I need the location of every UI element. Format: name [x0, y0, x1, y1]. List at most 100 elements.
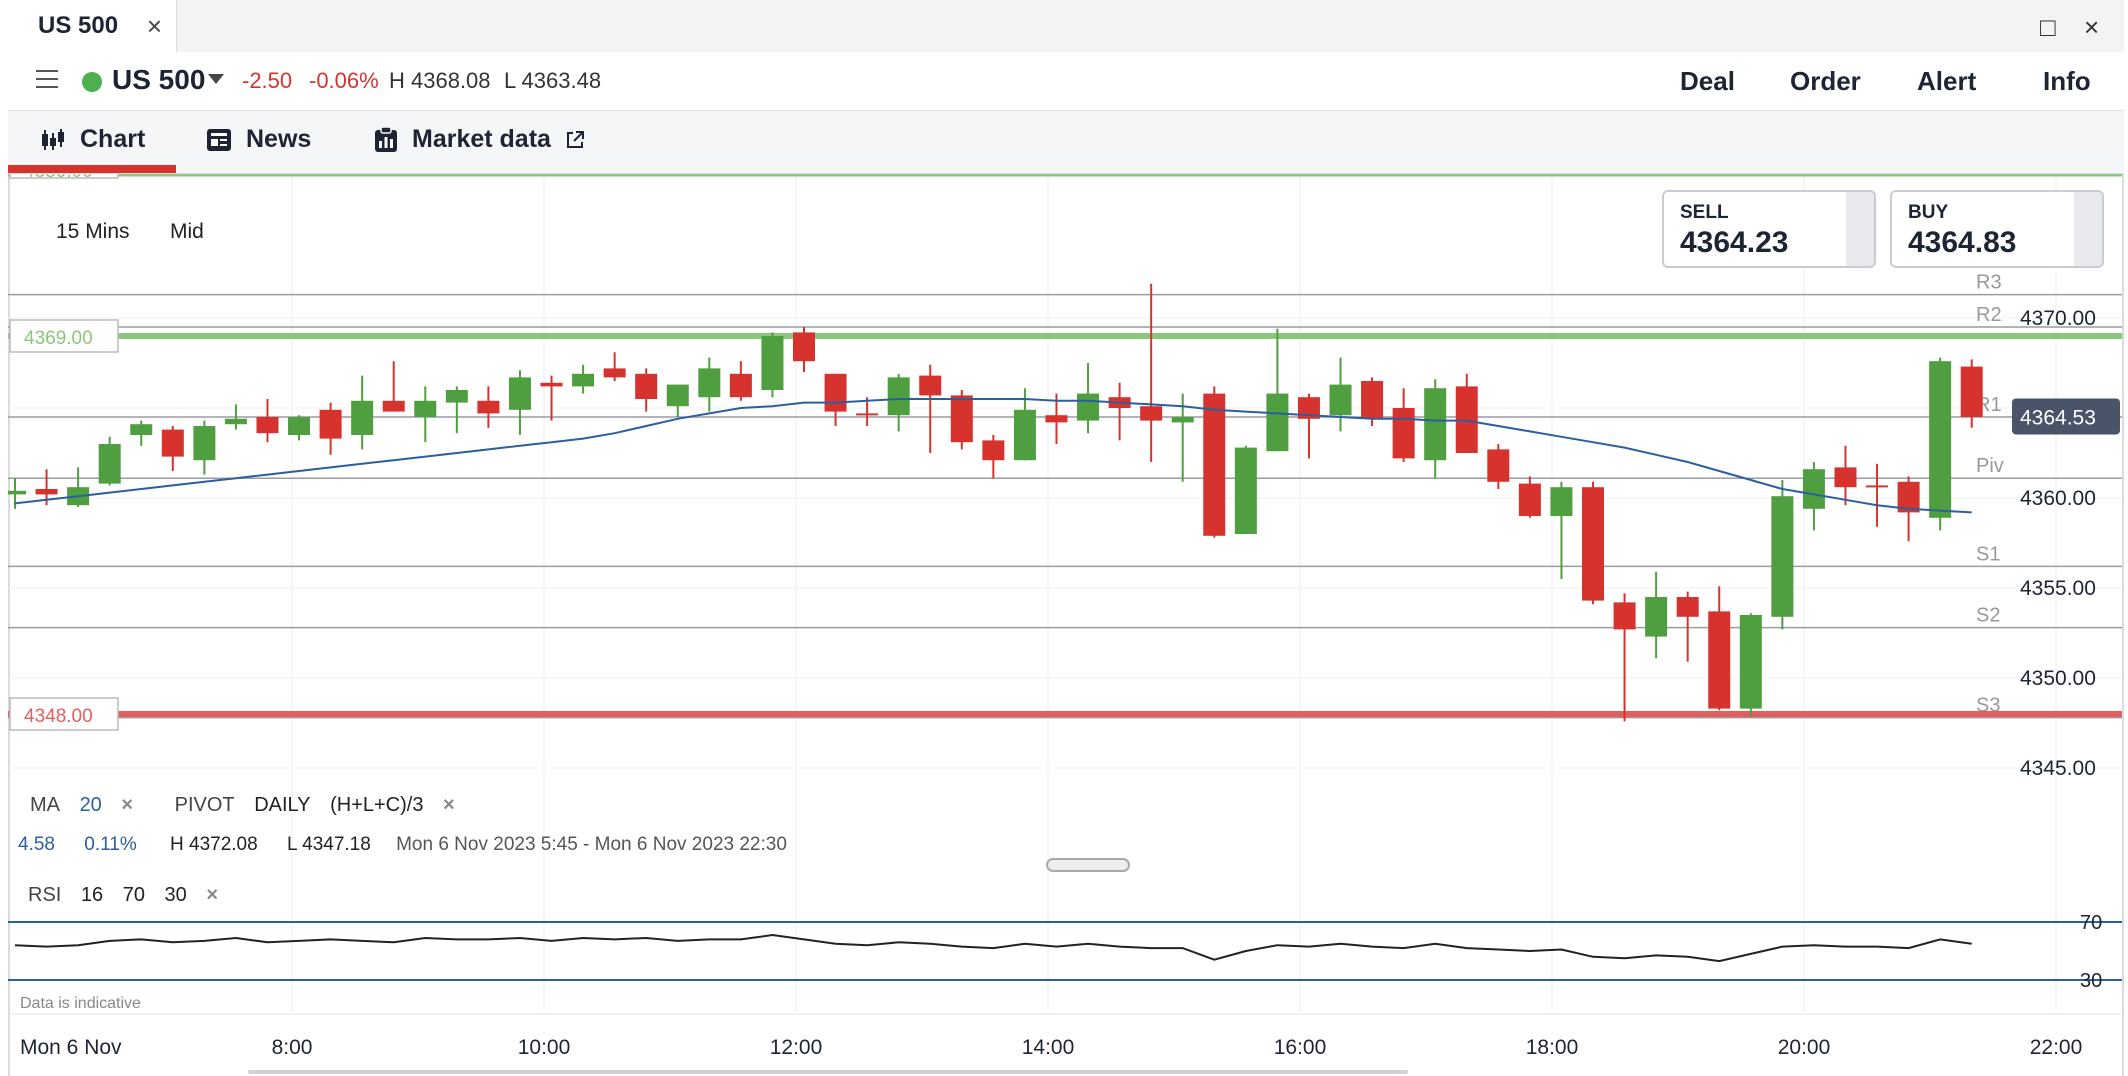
instrument-name[interactable]: US 500: [112, 64, 205, 96]
chart-area[interactable]: R3R2R1PivS1S2S34369.004348.004380.004370…: [8, 174, 2122, 1074]
candle-up: [1802, 469, 1825, 509]
session-low: L 4363.48: [504, 68, 602, 93]
candle-up: [698, 368, 721, 398]
candle-down: [793, 332, 815, 362]
candle-down: [1613, 602, 1636, 630]
price-chart[interactable]: R3R2R1PivS1S2S34369.004348.004380.004370…: [8, 174, 2122, 1074]
candle-up: [1013, 409, 1036, 461]
candle-down: [1834, 467, 1857, 488]
deal-button[interactable]: Deal: [1680, 66, 1735, 97]
buy-price: 4364.83: [1908, 226, 2017, 259]
pivot-label-s2: S2: [1976, 605, 2000, 627]
candle-up: [887, 377, 910, 416]
candle-up: [508, 377, 531, 410]
chart-scrollbar[interactable]: [248, 1070, 1408, 1074]
sub-tabs: Chart News Market data: [8, 111, 2124, 174]
candle-up: [1424, 388, 1447, 461]
candle-down: [161, 429, 184, 457]
info-button[interactable]: Info: [2043, 66, 2091, 97]
candle-up: [8, 490, 26, 495]
alert-button[interactable]: Alert: [1917, 66, 1976, 97]
remove-pivot-icon[interactable]: ×: [443, 794, 455, 816]
candle-up: [1266, 393, 1289, 452]
rsi-upper[interactable]: 70: [123, 884, 145, 906]
range-change: 4.58: [18, 834, 55, 855]
candle-down: [919, 375, 942, 396]
sell-button-side: [1846, 192, 1874, 266]
timeframe-selector[interactable]: 15 Mins: [56, 220, 130, 244]
candle-up: [761, 336, 784, 390]
rsi-label: RSI: [28, 884, 62, 906]
y-axis-tick: 4350.00: [2020, 667, 2096, 690]
pivot-label-r2: R2: [1976, 304, 2002, 326]
disclaimer-text: Data is indicative: [20, 995, 141, 1012]
sell-price: 4364.23: [1680, 226, 1789, 259]
candle-down: [1708, 611, 1731, 709]
candle-up: [351, 400, 374, 435]
remove-rsi-icon[interactable]: ×: [206, 884, 218, 906]
window-tab[interactable]: US 500 ×: [8, 0, 177, 52]
x-axis-tick: 16:00: [1274, 1036, 1327, 1059]
tab-chart[interactable]: Chart: [40, 125, 145, 154]
candle-up: [98, 444, 121, 484]
candle-up: [1739, 615, 1762, 709]
panel-resize-handle[interactable]: [1046, 858, 1130, 872]
candle-up: [1771, 496, 1794, 617]
range-summary: 4.58 0.11% H 4372.08 L 4347.18 Mon 6 Nov…: [18, 834, 801, 856]
candle-down: [982, 440, 1005, 461]
rsi-period[interactable]: 16: [81, 884, 103, 906]
tab-chart-label: Chart: [80, 125, 146, 153]
candle-down: [1140, 406, 1163, 421]
candle-down: [1960, 366, 1983, 417]
y-axis-tick: 4360.00: [2020, 487, 2096, 510]
tab-market-data-label: Market data: [412, 125, 551, 153]
title-bar: US 500 × □ ×: [8, 0, 2124, 53]
pivot-period[interactable]: DAILY: [254, 794, 310, 816]
x-axis-tick: 10:00: [518, 1036, 571, 1059]
range-low: L 4347.18: [286, 834, 371, 855]
pivot-formula[interactable]: (H+L+C)/3: [330, 794, 423, 816]
candle-down: [1676, 597, 1699, 617]
remove-ma-icon[interactable]: ×: [121, 794, 133, 816]
candle-down: [256, 417, 279, 434]
close-window-icon[interactable]: ×: [2084, 12, 2099, 43]
sell-button[interactable]: SELL 4364.23: [1662, 190, 1876, 268]
maximize-icon[interactable]: □: [2040, 12, 2056, 43]
candle-up: [1929, 361, 1952, 518]
candle-down: [856, 413, 879, 416]
candle-down: [1866, 485, 1889, 488]
buy-button[interactable]: BUY 4364.83: [1890, 190, 2104, 268]
price-type-selector[interactable]: Mid: [170, 220, 204, 244]
rsi-level-70: 70: [2080, 912, 2102, 934]
rsi-legend: RSI 16 70 30 ×: [28, 884, 232, 907]
rsi-lower[interactable]: 30: [165, 884, 187, 906]
ma-period[interactable]: 20: [80, 794, 102, 816]
candle-down: [1487, 449, 1510, 482]
order-button[interactable]: Order: [1790, 66, 1861, 97]
external-link-icon: [566, 130, 584, 148]
chevron-down-icon[interactable]: [208, 74, 224, 84]
market-status-dot: [82, 72, 102, 92]
candle-down: [824, 373, 847, 412]
range-dates: Mon 6 Nov 2023 5:45 - Mon 6 Nov 2023 22:…: [396, 834, 787, 855]
close-tab-icon[interactable]: ×: [147, 13, 162, 39]
candle-down: [35, 489, 58, 495]
tab-market-data[interactable]: Market data: [374, 125, 585, 154]
candle-down: [1203, 393, 1226, 536]
price-change: -2.50: [242, 68, 293, 93]
rsi-line: [14, 934, 1972, 963]
candle-up: [193, 426, 216, 461]
candle-up: [224, 418, 247, 425]
x-axis-tick: 12:00: [770, 1036, 823, 1059]
newspaper-icon: [207, 128, 231, 151]
tab-news[interactable]: News: [206, 125, 311, 154]
top-alert-label: 4380.00: [24, 174, 93, 182]
menu-icon[interactable]: [36, 70, 58, 88]
y-axis-tick: 4345.00: [2020, 757, 2096, 780]
x-axis-tick: 20:00: [1778, 1036, 1831, 1059]
candle-up: [445, 390, 468, 403]
pivot-label: PIVOT: [174, 794, 235, 816]
lower-alert-label: 4348.00: [24, 706, 93, 727]
candle-down: [950, 395, 973, 443]
candle-down: [729, 373, 752, 398]
